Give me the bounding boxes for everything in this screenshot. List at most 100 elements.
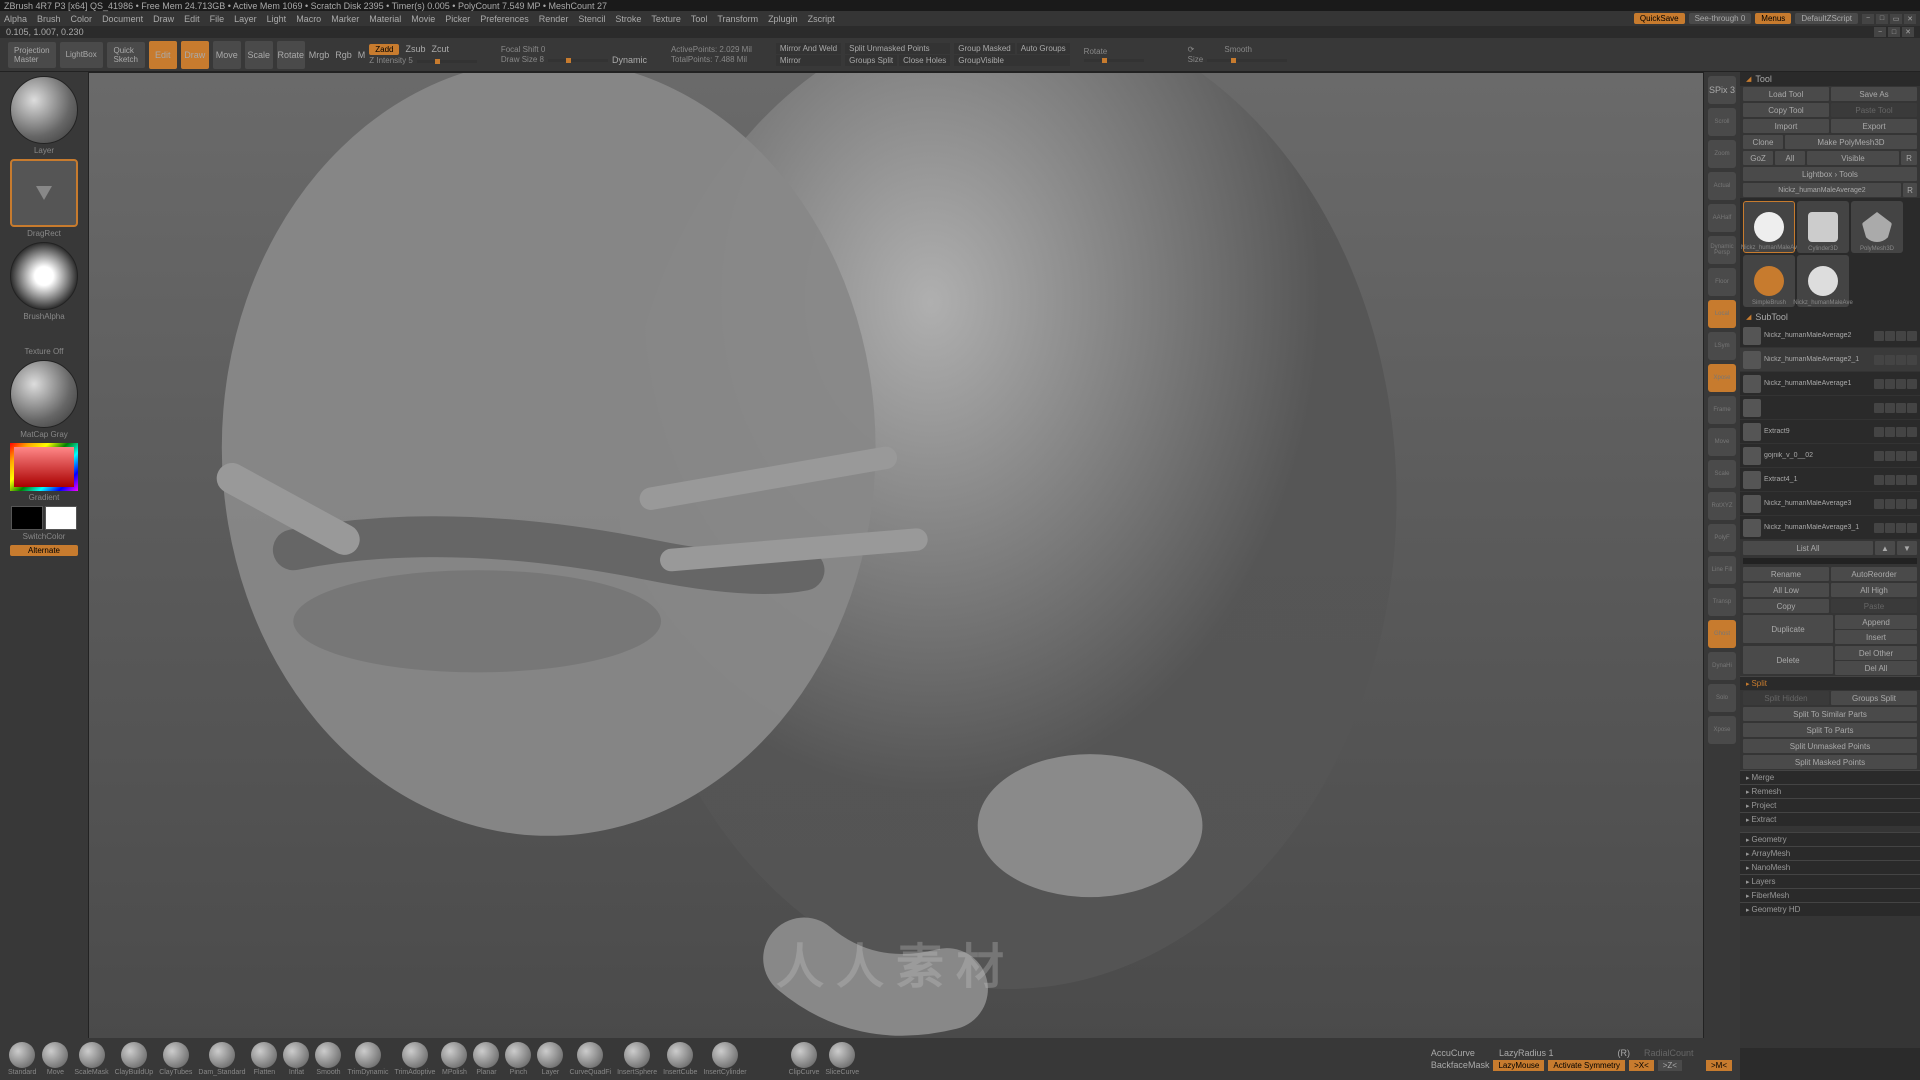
nav-dynahi[interactable]: DynaHi	[1708, 652, 1736, 680]
switchcolor-button[interactable]: SwitchColor	[23, 532, 66, 541]
nav-rotxyz[interactable]: RotXYZ	[1708, 492, 1736, 520]
groupssplit2-button[interactable]: Groups Split	[1831, 691, 1917, 705]
loadtool-button[interactable]: Load Tool	[1743, 87, 1829, 101]
brush-slicecurve[interactable]: SliceCurve	[825, 1042, 859, 1076]
brush-planar[interactable]: Planar	[473, 1042, 499, 1076]
gozall-button[interactable]: All	[1775, 151, 1805, 165]
append-button[interactable]: Append	[1835, 615, 1917, 629]
nav-solo[interactable]: Solo	[1708, 684, 1736, 712]
rotate-label[interactable]: Rotate	[1084, 47, 1144, 56]
nav-xpose[interactable]: Xpose	[1708, 364, 1736, 392]
zsub-button[interactable]: Zsub	[405, 44, 425, 55]
zadd-button[interactable]: Zadd	[369, 44, 399, 55]
groupvisible-button[interactable]: GroupVisible	[954, 55, 1069, 66]
symx-button[interactable]: >X<	[1629, 1060, 1654, 1071]
paste-button[interactable]: Paste	[1831, 599, 1917, 613]
gradient-label[interactable]: Gradient	[29, 493, 60, 502]
splitunmasked2-button[interactable]: Split Unmasked Points	[1743, 739, 1917, 753]
rotate-mode-button[interactable]: Rotate	[277, 41, 305, 69]
gozvisible-button[interactable]: Visible	[1807, 151, 1899, 165]
menu-color[interactable]: Color	[71, 14, 93, 24]
subtool-row[interactable]: Nickz_humanMaleAverage1	[1740, 372, 1920, 396]
size-label[interactable]: Size	[1188, 55, 1204, 64]
moveup-button[interactable]: ▲	[1875, 541, 1895, 555]
splitparts-button[interactable]: Split To Parts	[1743, 723, 1917, 737]
maximize-icon[interactable]: □	[1876, 14, 1888, 24]
menu-texture[interactable]: Texture	[651, 14, 681, 24]
menu-picker[interactable]: Picker	[445, 14, 470, 24]
brush-scalemask[interactable]: ScaleMask	[74, 1042, 108, 1076]
makepolymesh-button[interactable]: Make PolyMesh3D	[1785, 135, 1917, 149]
subtool-row[interactable]: Nickz_humanMaleAverage2_1	[1740, 348, 1920, 372]
nav-linefill[interactable]: Line Fill	[1708, 556, 1736, 584]
close-icon[interactable]: ✕	[1904, 14, 1916, 24]
size-slider[interactable]	[1207, 59, 1287, 62]
alternate-button[interactable]: Alternate	[10, 545, 78, 556]
nav-lsym[interactable]: LSym	[1708, 332, 1736, 360]
nav-actual[interactable]: Actual	[1708, 172, 1736, 200]
menu-zplugin[interactable]: Zplugin	[768, 14, 798, 24]
brush-flatten[interactable]: Flatten	[251, 1042, 277, 1076]
menu-material[interactable]: Material	[369, 14, 401, 24]
split-section[interactable]: Split	[1740, 676, 1920, 690]
copy-button[interactable]: Copy	[1743, 599, 1829, 613]
seethrough-slider[interactable]: See-through 0	[1689, 13, 1752, 24]
autogroups-button[interactable]: Auto Groups	[1017, 43, 1070, 54]
insert-button[interactable]: Insert	[1835, 630, 1917, 644]
delall-button[interactable]: Del All	[1835, 661, 1917, 675]
saveas-button[interactable]: Save As	[1831, 87, 1917, 101]
tool-item-1[interactable]: Cylinder3D	[1797, 201, 1849, 253]
layer-thumb[interactable]	[10, 76, 78, 144]
extract-section[interactable]: Extract	[1740, 812, 1920, 826]
accucurve-button[interactable]: AccuCurve	[1431, 1048, 1475, 1058]
tool-item-0[interactable]: Nickz_humanMaleAv	[1743, 201, 1795, 253]
quicksketch-button[interactable]: Quick Sketch	[107, 42, 145, 68]
zintensity-label[interactable]: Z Intensity 5	[369, 56, 413, 65]
minimize-icon[interactable]: −	[1862, 14, 1874, 24]
menu-brush[interactable]: Brush	[37, 14, 61, 24]
menu-alpha[interactable]: Alpha	[4, 14, 27, 24]
delete-button[interactable]: Delete	[1743, 646, 1833, 674]
menu-document[interactable]: Document	[102, 14, 143, 24]
tool-item-4[interactable]: Nickz_humanMaleAve	[1797, 255, 1849, 307]
menu-light[interactable]: Light	[267, 14, 287, 24]
zintensity-slider[interactable]	[417, 60, 477, 63]
pastetool-button[interactable]: Paste Tool	[1831, 103, 1917, 117]
material-thumb[interactable]	[10, 360, 78, 428]
fibermesh-section[interactable]: FiberMesh	[1740, 888, 1920, 902]
tool-item-2[interactable]: PolyMesh3D	[1851, 201, 1903, 253]
radialcount-label[interactable]: RadialCount	[1644, 1048, 1694, 1058]
panel-close-icon[interactable]: ✕	[1902, 27, 1914, 37]
backfacemask-button[interactable]: BackfaceMask	[1431, 1060, 1490, 1070]
alllow-button[interactable]: All Low	[1743, 583, 1829, 597]
brush-layer[interactable]: Layer	[537, 1042, 563, 1076]
nav-spix[interactable]: SPix 3	[1708, 76, 1736, 104]
menu-render[interactable]: Render	[539, 14, 569, 24]
splitsimilar-button[interactable]: Split To Similar Parts	[1743, 707, 1917, 721]
brush-insertcylinder[interactable]: InsertCylinder	[703, 1042, 746, 1076]
geometryhd-section[interactable]: Geometry HD	[1740, 902, 1920, 916]
restore-icon[interactable]: ▭	[1890, 14, 1902, 24]
m-button[interactable]: M	[358, 50, 366, 60]
lightboxtools-button[interactable]: Lightbox › Tools	[1743, 167, 1917, 181]
brush-clipcurve[interactable]: ClipCurve	[789, 1042, 820, 1076]
menu-edit[interactable]: Edit	[184, 14, 200, 24]
nav-aahalf[interactable]: AAHalf	[1708, 204, 1736, 232]
allhigh-button[interactable]: All High	[1831, 583, 1917, 597]
subtool-row[interactable]: Extract9	[1740, 420, 1920, 444]
menus-button[interactable]: Menus	[1755, 13, 1791, 24]
rgb-button[interactable]: Rgb	[335, 50, 352, 60]
zcut-button[interactable]: Zcut	[432, 44, 450, 55]
listall-button[interactable]: List All	[1743, 541, 1873, 555]
brush-claytubes[interactable]: ClayTubes	[159, 1042, 192, 1076]
copytool-button[interactable]: Copy Tool	[1743, 103, 1829, 117]
drawsize-label[interactable]: Draw Size 8	[501, 55, 544, 64]
brush-insertcube[interactable]: InsertCube	[663, 1042, 697, 1076]
menu-zscript[interactable]: Zscript	[808, 14, 835, 24]
currenttool-label[interactable]: Nickz_humanMaleAverage2	[1743, 183, 1901, 197]
groupssplit-button[interactable]: Groups Split	[845, 55, 897, 66]
arraymesh-section[interactable]: ArrayMesh	[1740, 846, 1920, 860]
menu-stencil[interactable]: Stencil	[578, 14, 605, 24]
nav-zoom[interactable]: Zoom	[1708, 140, 1736, 168]
splitmasked-button[interactable]: Split Masked Points	[1743, 755, 1917, 769]
